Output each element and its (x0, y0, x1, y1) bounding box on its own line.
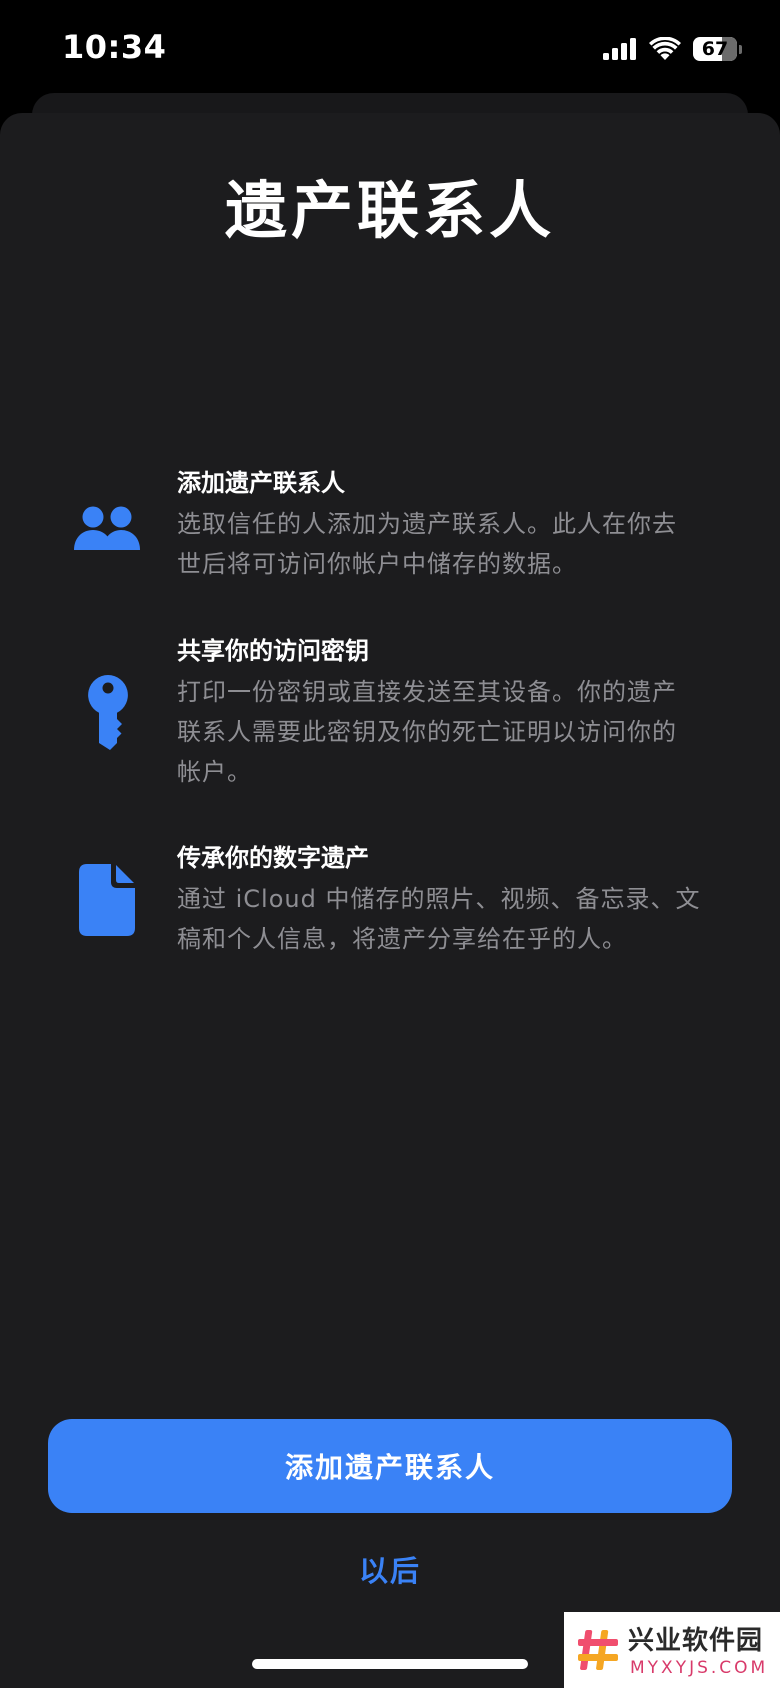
watermark-name: 兴业软件园 (628, 1626, 764, 1656)
watermark: 兴业软件园 MYXYJS.COM (564, 1612, 780, 1688)
document-icon (70, 863, 146, 937)
wifi-icon (649, 37, 681, 60)
battery-icon: 67 (693, 37, 742, 61)
feature-text: 传承你的数字遗产 通过 iCloud 中储存的照片、视频、备忘录、文 稿和个人信… (177, 841, 737, 959)
status-time: 10:34 (62, 28, 167, 66)
key-icon (70, 672, 146, 754)
status-icons: 67 (603, 34, 742, 64)
watermark-url: MYXYJS.COM (630, 1658, 769, 1678)
screen: 10:34 67 遗产联系人 添加遗产联系人 选取信任的人添加为遗产联系人。此人… (0, 0, 780, 1688)
later-button[interactable]: 以后 (290, 1548, 490, 1594)
add-legacy-contact-button[interactable]: 添加遗产联系人 (48, 1419, 732, 1513)
feature-description-line: 选取信任的人添加为遗产联系人。此人在你去 (177, 510, 677, 538)
feature-description-line: 世后将可访问你帐户中储存的数据。 (177, 550, 577, 578)
feature-title: 传承你的数字遗产 (177, 844, 369, 872)
feature-description-line: 打印一份密钥或直接发送至其设备。你的遗产 (177, 678, 677, 706)
feature-text: 添加遗产联系人 选取信任的人添加为遗产联系人。此人在你去 世后将可访问你帐户中储… (177, 466, 737, 584)
battery-cap (739, 44, 742, 54)
battery-body: 67 (693, 37, 737, 61)
feature-description-line: 帐户。 (177, 758, 252, 786)
feature-description-line: 通过 iCloud 中储存的照片、视频、备忘录、文 (177, 885, 701, 913)
feature-description-line: 稿和个人信息，将遗产分享给在乎的人。 (177, 925, 627, 953)
feature-description: 选取信任的人添加为遗产联系人。此人在你去 世后将可访问你帐户中储存的数据。 (177, 504, 737, 584)
page-title: 遗产联系人 (224, 174, 555, 247)
feature-title: 添加遗产联系人 (177, 469, 345, 497)
feature-description-line: 联系人需要此密钥及你的死亡证明以访问你的 (177, 718, 677, 746)
people-icon (70, 500, 146, 560)
status-bar: 10:34 67 (0, 0, 780, 100)
feature-description: 通过 iCloud 中储存的照片、视频、备忘录、文 稿和个人信息，将遗产分享给在… (177, 879, 737, 959)
feature-text: 共享你的访问密钥 打印一份密钥或直接发送至其设备。你的遗产 联系人需要此密钥及你… (177, 634, 737, 792)
home-indicator[interactable] (252, 1659, 528, 1669)
feature-description: 打印一份密钥或直接发送至其设备。你的遗产 联系人需要此密钥及你的死亡证明以访问你… (177, 672, 737, 792)
feature-title: 共享你的访问密钥 (177, 637, 369, 665)
hash-logo-icon (574, 1626, 622, 1674)
cellular-signal-icon (603, 38, 636, 60)
battery-level: 67 (701, 38, 729, 60)
